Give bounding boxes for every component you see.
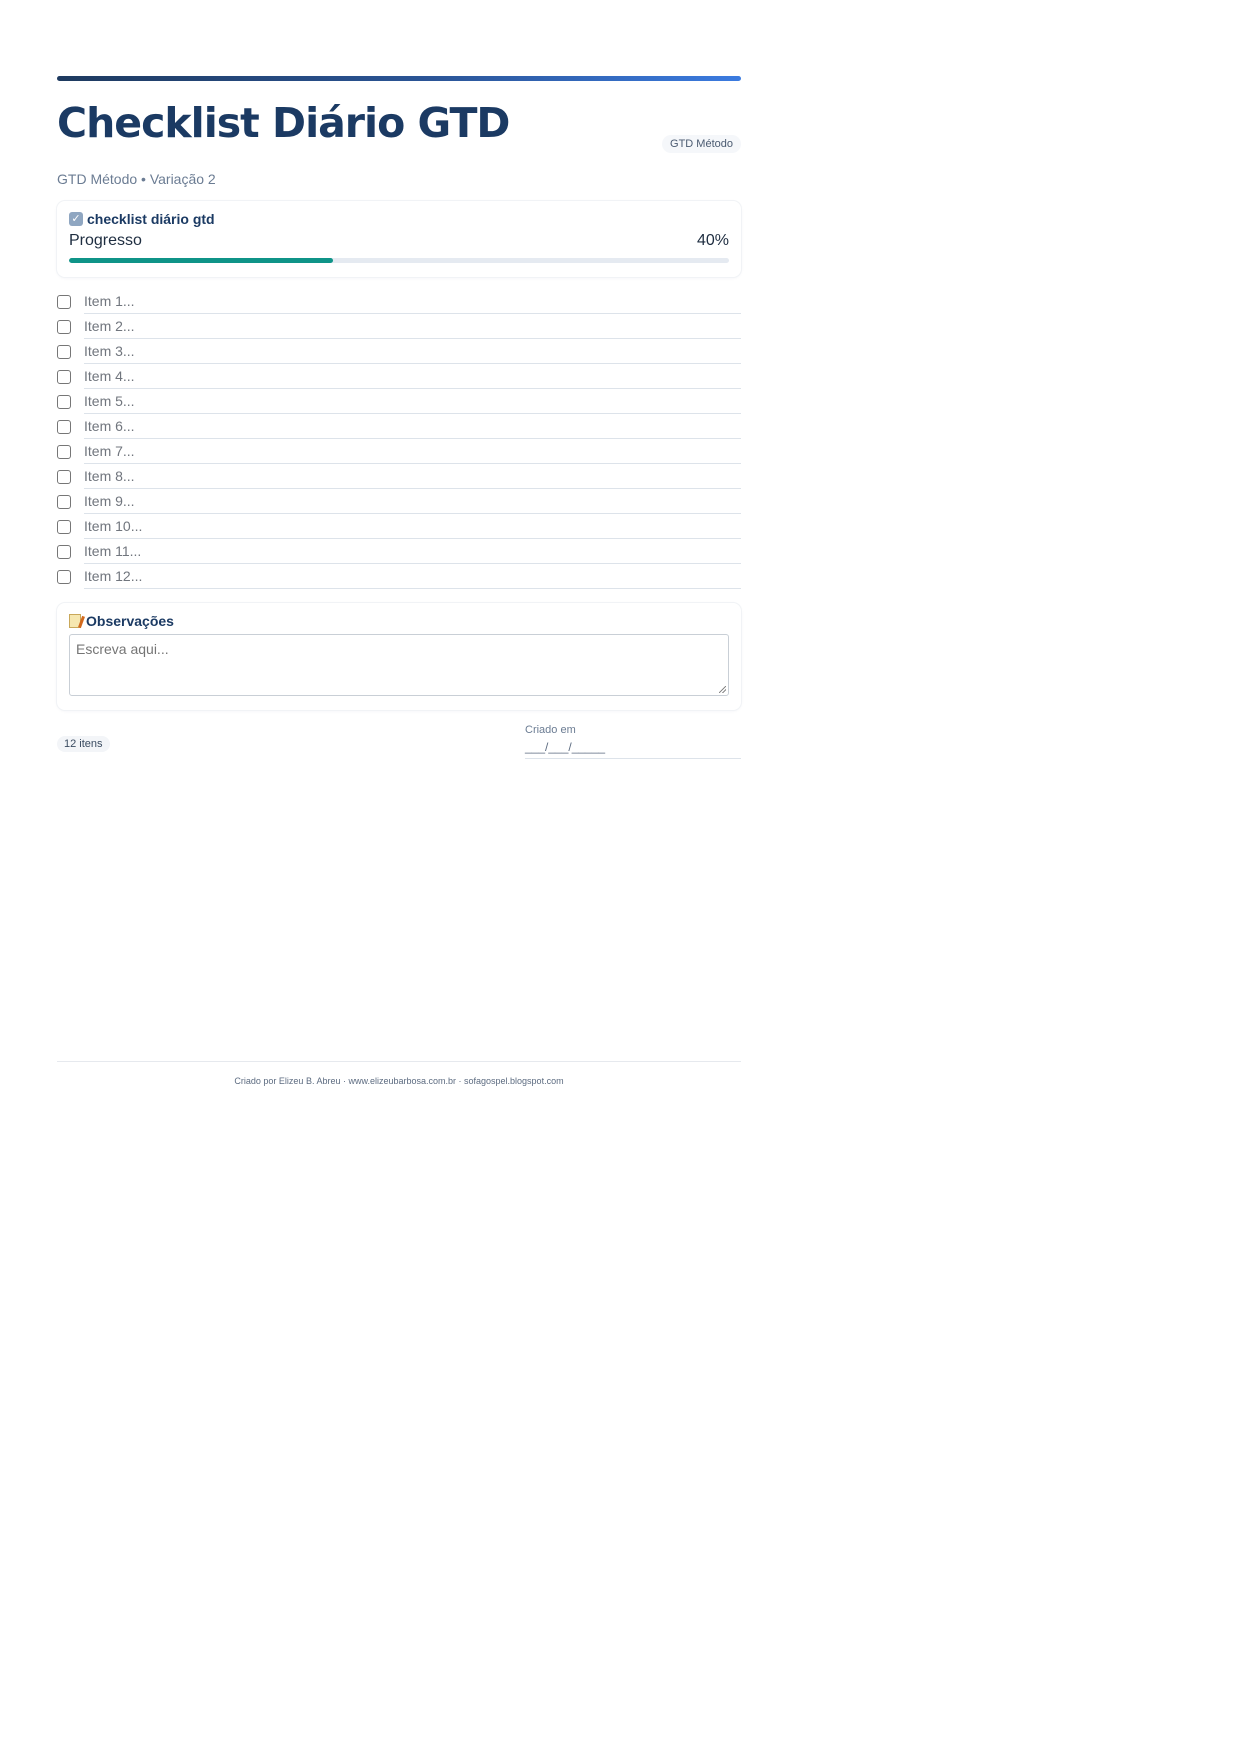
item-input[interactable]: Item 2... [84, 314, 741, 339]
footer-credit: Criado por Elizeu B. Abreu · www.elizeub… [57, 1061, 741, 1086]
progress-percent: 40% [696, 232, 729, 249]
created-date-field[interactable]: ___/___/_____ [525, 740, 741, 759]
item-input[interactable]: Item 10... [84, 514, 741, 539]
item-count-badge: 12 itens [57, 736, 110, 752]
memo-icon [69, 614, 81, 628]
progress-card-title: ✓ checklist diário gtd [69, 211, 729, 227]
item-checkbox[interactable] [57, 444, 71, 459]
checklist-item: Item 3... [57, 339, 741, 364]
checklist-item: Item 8... [57, 464, 741, 489]
checklist-item: Item 12... [57, 564, 741, 589]
page-title: Checklist Diário GTD [57, 99, 510, 147]
resize-handle-icon[interactable] [719, 686, 726, 693]
item-input[interactable]: Item 1... [84, 289, 741, 314]
checkbox-icon: ✓ [69, 212, 83, 226]
checklist-item: Item 10... [57, 514, 741, 539]
notes-card: Observações Escreva aqui... [57, 603, 741, 710]
item-input[interactable]: Item 6... [84, 414, 741, 439]
created-date-block: Criado em ___/___/_____ [525, 724, 741, 759]
item-input[interactable]: Item 3... [84, 339, 741, 364]
progress-bar-fill [69, 258, 333, 263]
item-input[interactable]: Item 12... [84, 564, 741, 589]
progress-card-title-text: checklist diário gtd [87, 211, 215, 227]
checklist-item: Item 4... [57, 364, 741, 389]
notes-placeholder: Escreva aqui... [76, 641, 169, 657]
page-content: Checklist Diário GTD GTD Método GTD Méto… [57, 76, 741, 764]
progress-card: ✓ checklist diário gtd Progresso 40% [57, 201, 741, 277]
page-subtitle: GTD Método • Variação 2 [57, 171, 216, 187]
item-input[interactable]: Item 8... [84, 464, 741, 489]
item-checkbox[interactable] [57, 369, 71, 384]
item-checkbox[interactable] [57, 344, 71, 359]
item-checkbox[interactable] [57, 519, 71, 534]
item-input[interactable]: Item 4... [84, 364, 741, 389]
item-input[interactable]: Item 5... [84, 389, 741, 414]
item-checkbox[interactable] [57, 544, 71, 559]
progress-label: Progresso [69, 232, 142, 249]
checklist-item: Item 5... [57, 389, 741, 414]
checklist-items: Item 1... Item 2... Item 3... Item 4... Item… [57, 289, 741, 589]
progress-row: Progresso 40% [69, 232, 729, 250]
item-checkbox[interactable] [57, 419, 71, 434]
item-input[interactable]: Item 9... [84, 489, 741, 514]
item-checkbox[interactable] [57, 494, 71, 509]
item-checkbox[interactable] [57, 294, 71, 309]
checklist-item: Item 9... [57, 489, 741, 514]
notes-textarea[interactable]: Escreva aqui... [69, 634, 729, 696]
notes-title-text: Observações [86, 613, 174, 629]
checklist-item: Item 6... [57, 414, 741, 439]
created-label: Criado em [525, 724, 576, 736]
checklist-item: Item 1... [57, 289, 741, 314]
checklist-item: Item 2... [57, 314, 741, 339]
item-checkbox[interactable] [57, 469, 71, 484]
page-header: Checklist Diário GTD GTD Método [57, 81, 741, 161]
item-checkbox[interactable] [57, 394, 71, 409]
item-checkbox[interactable] [57, 319, 71, 334]
item-input[interactable]: Item 7... [84, 439, 741, 464]
item-checkbox[interactable] [57, 569, 71, 584]
meta-row: 12 itens Criado em ___/___/_____ [57, 716, 741, 764]
checklist-item: Item 7... [57, 439, 741, 464]
item-input[interactable]: Item 11... [84, 539, 741, 564]
progress-bar [69, 258, 729, 263]
notes-title: Observações [69, 613, 729, 629]
checklist-page: Checklist Diário GTD GTD Método GTD Méto… [0, 0, 1242, 1754]
checklist-item: Item 11... [57, 539, 741, 564]
method-badge: GTD Método [662, 135, 741, 153]
